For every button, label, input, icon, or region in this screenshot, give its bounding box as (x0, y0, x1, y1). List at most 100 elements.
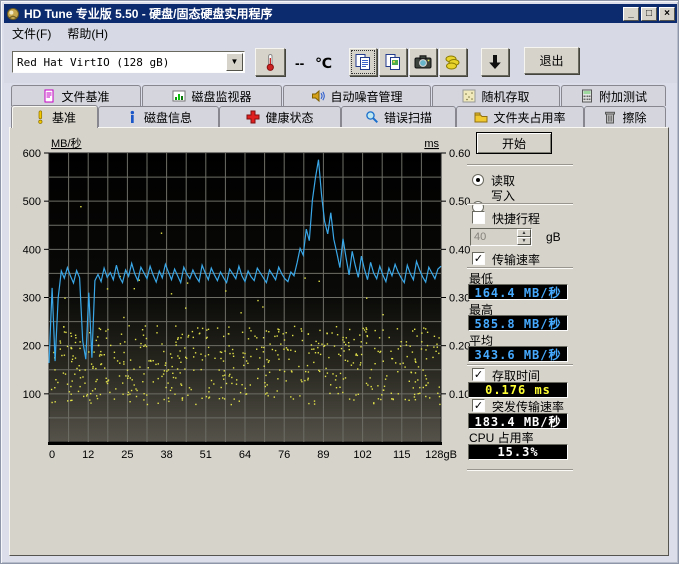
tab-health[interactable]: 健康状态 (219, 106, 341, 127)
max-speed-display: 585.8 MB/秒 (468, 315, 568, 331)
tab-noise-management[interactable]: 自动噪音管理 (283, 85, 431, 106)
cpu-usage-display: 15.3% (468, 444, 568, 460)
menu-bar: 文件(F) 帮助(H) (4, 23, 677, 43)
tab-random-access[interactable]: 随机存取 (432, 85, 560, 106)
svg-text:12: 12 (82, 449, 94, 461)
disk-monitor-icon (172, 89, 186, 103)
menu-help[interactable]: 帮助(H) (59, 23, 116, 44)
tab-label: 自动噪音管理 (330, 88, 402, 105)
copy-image-button[interactable] (379, 48, 407, 76)
exit-button[interactable]: 退出 (524, 47, 579, 74)
svg-text:64: 64 (239, 449, 251, 461)
health-cross-icon (246, 110, 260, 124)
folder-icon (474, 110, 488, 124)
separator (467, 267, 573, 269)
copy-text-button[interactable] (349, 48, 377, 76)
left-axis-label: MB/秒 (51, 136, 82, 150)
temperature-unit: ℃ (315, 55, 332, 72)
short-stroke-checkbox[interactable] (472, 211, 485, 224)
tab-label: 健康状态 (265, 109, 313, 126)
separator (467, 364, 573, 366)
tab-erase[interactable]: 擦除 (584, 106, 666, 127)
tab-label: 附加测试 (599, 88, 647, 105)
down-arrow-icon (485, 52, 505, 72)
x-axis-line (48, 442, 442, 445)
tab-file-benchmark[interactable]: 文件基准 (11, 85, 141, 106)
screenshot-button[interactable] (409, 48, 437, 76)
burst-rate-checkbox[interactable]: ✓ (472, 399, 485, 412)
menu-file[interactable]: 文件(F) (4, 23, 59, 44)
svg-text:128gB: 128gB (425, 449, 457, 461)
separator (467, 164, 573, 166)
info-icon (125, 110, 139, 124)
drive-select-value: Red Hat VirtIO (128 gB) (13, 56, 226, 69)
svg-text:0.60: 0.60 (449, 148, 470, 160)
separator (467, 469, 573, 471)
tab-disk-monitor[interactable]: 磁盘监视器 (142, 85, 282, 106)
temperature-button[interactable] (255, 48, 285, 76)
svg-text:0: 0 (49, 449, 55, 461)
app-icon (6, 7, 20, 21)
benchmark-chart: 6005004003002001000.600.500.400.300.200.… (11, 131, 481, 471)
tab-label: 随机存取 (481, 88, 529, 105)
minimize-button[interactable]: _ (623, 7, 639, 21)
svg-text:76: 76 (278, 449, 290, 461)
read-radio[interactable] (472, 174, 484, 186)
tab-label: 磁盘监视器 (191, 88, 251, 105)
tab-label: 基准 (52, 109, 76, 126)
tab-label: 文件基准 (61, 88, 109, 105)
chart-grid (49, 153, 441, 442)
tab-benchmark[interactable]: 基准 (11, 105, 98, 128)
temperature-value: -- (295, 55, 304, 71)
short-stroke-value: 40 (471, 229, 517, 245)
tab-extra-tests[interactable]: 附加测试 (561, 85, 666, 106)
tab-error-scan[interactable]: 错误扫描 (341, 106, 456, 127)
svg-text:115: 115 (393, 449, 411, 461)
copy-image-icon (383, 52, 403, 72)
svg-text:89: 89 (317, 449, 329, 461)
short-stroke-label: 快捷行程 (492, 210, 540, 227)
exit-button-label: 退出 (539, 52, 563, 69)
spin-down-icon[interactable]: ▼ (517, 237, 531, 245)
svg-text:500: 500 (23, 196, 41, 208)
spin-up-icon[interactable]: ▲ (517, 229, 531, 237)
svg-text:25: 25 (121, 449, 133, 461)
svg-text:100: 100 (23, 389, 41, 401)
transfer-rate-label: 传输速率 (492, 251, 540, 268)
chevron-down-icon[interactable]: ▼ (226, 53, 243, 71)
title-bar[interactable]: HD Tune 专业版 5.50 - 硬盘/固态硬盘实用程序 _ □ × (4, 4, 677, 23)
maximize-button[interactable]: □ (641, 7, 657, 21)
close-button[interactable]: × (659, 7, 675, 21)
magnifier-icon (365, 110, 379, 124)
drive-select[interactable]: Red Hat VirtIO (128 gB) ▼ (12, 51, 245, 73)
coins-icon (443, 52, 463, 72)
tab-label: 磁盘信息 (144, 109, 192, 126)
transfer-rate-checkbox[interactable]: ✓ (472, 252, 485, 265)
copy-text-icon (353, 52, 373, 72)
save-results-button[interactable] (481, 48, 509, 76)
svg-text:51: 51 (200, 449, 212, 461)
tab-folder-usage[interactable]: 文件夹占用率 (456, 106, 584, 127)
short-stroke-spinner[interactable]: 40 ▲▼ (470, 228, 532, 246)
svg-text:400: 400 (23, 244, 41, 256)
burst-rate-display: 183.4 MB/秒 (468, 413, 568, 429)
write-label: 写入 (491, 187, 515, 204)
speaker-icon (311, 89, 325, 103)
right-axis-label: ms (424, 138, 439, 150)
tab-label: 错误扫描 (384, 109, 432, 126)
file-benchmark-icon (42, 89, 56, 103)
tab-disk-info[interactable]: 磁盘信息 (98, 106, 219, 127)
svg-text:38: 38 (160, 449, 172, 461)
svg-text:200: 200 (23, 341, 41, 353)
svg-text:600: 600 (23, 148, 41, 160)
toolbar: Red Hat VirtIO (128 gB) ▼ -- ℃ (4, 43, 677, 83)
start-button[interactable]: 开始 (476, 132, 552, 154)
short-stroke-unit: gB (546, 230, 561, 244)
calculator-icon (580, 89, 594, 103)
svg-text:0.40: 0.40 (449, 244, 470, 256)
tab-label: 文件夹占用率 (493, 109, 565, 126)
access-time-checkbox[interactable]: ✓ (472, 368, 485, 381)
svg-text:300: 300 (23, 293, 41, 305)
donate-button[interactable] (439, 48, 467, 76)
separator (467, 203, 573, 205)
